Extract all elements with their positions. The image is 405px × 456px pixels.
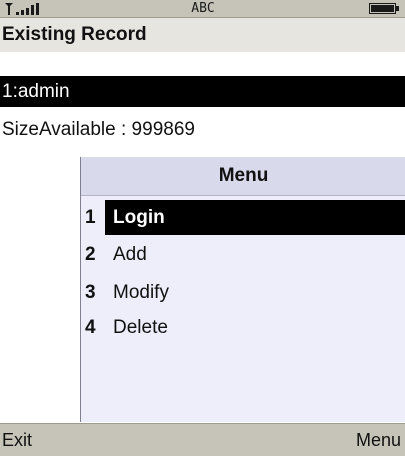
menu-item-login[interactable]: 1 Login xyxy=(81,200,405,235)
options-menu: Menu 1 Login 2 Add 3 Modify 4 Delete xyxy=(80,157,405,422)
menu-item-modify[interactable]: 3 Modify xyxy=(81,275,405,310)
status-bar: ABC xyxy=(0,0,405,18)
record-list-item[interactable]: 1:admin xyxy=(0,76,405,107)
menu-item-number: 1 xyxy=(85,207,96,228)
menu-item-label: Delete xyxy=(113,317,168,338)
menu-item-add[interactable]: 2 Add xyxy=(81,237,405,272)
carrier-name: ABC xyxy=(191,1,215,16)
screen-title: Existing Record xyxy=(0,18,405,52)
menu-item-label: Add xyxy=(113,244,147,265)
menu-item-number: 3 xyxy=(85,282,96,303)
menu-item-label: Modify xyxy=(113,282,169,303)
menu-item-number: 2 xyxy=(85,244,96,265)
softkey-bar: Exit Menu xyxy=(0,423,405,456)
battery-icon xyxy=(369,3,399,14)
size-available-text: SizeAvailable : 999869 xyxy=(2,119,195,140)
menu-item-delete[interactable]: 4 Delete xyxy=(81,310,405,345)
menu-item-label: Login xyxy=(113,207,165,228)
menu-item-number: 4 xyxy=(85,317,96,338)
antenna-signal-icon xyxy=(5,3,39,15)
menu-title: Menu xyxy=(81,157,405,196)
menu-softkey[interactable]: Menu xyxy=(356,424,401,456)
exit-softkey[interactable]: Exit xyxy=(2,424,32,456)
